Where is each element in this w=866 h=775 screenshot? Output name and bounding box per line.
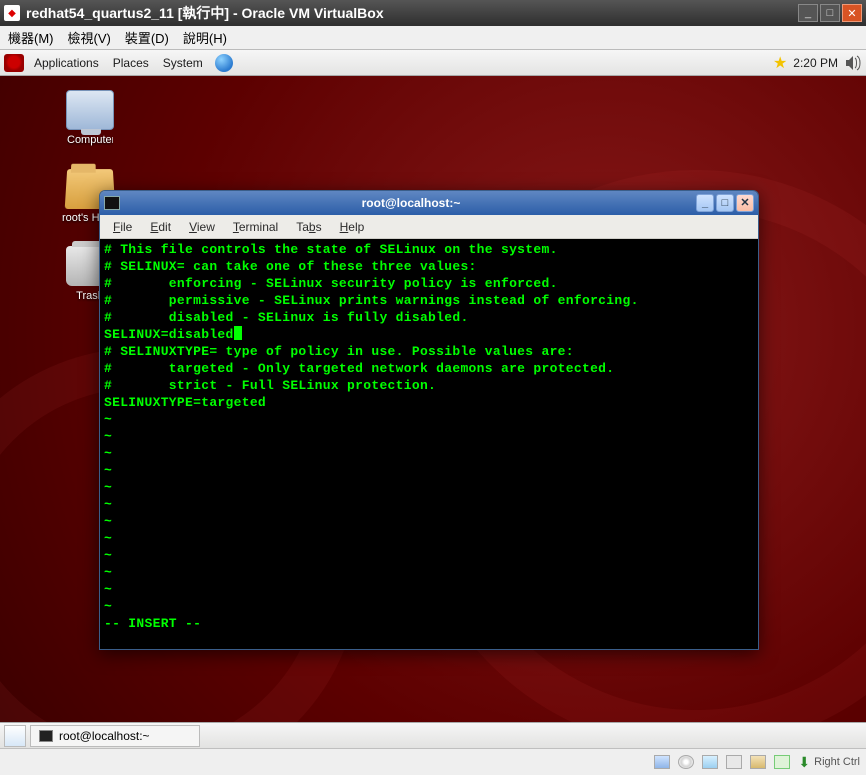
term-line: SELINUXTYPE=targeted bbox=[104, 394, 754, 411]
gnome-bottom-panel: root@localhost:~ bbox=[0, 722, 866, 748]
vim-tilde: ~ bbox=[104, 411, 754, 428]
desktop-icon-label: Computer bbox=[67, 134, 113, 146]
terminal-titlebar[interactable]: root@localhost:~ _ □ ✕ bbox=[100, 191, 758, 215]
term-line: # enforcing - SELinux security policy is… bbox=[104, 275, 754, 292]
gnome-menu-places[interactable]: Places bbox=[107, 56, 155, 70]
term-line: # permissive - SELinux prints warnings i… bbox=[104, 292, 754, 309]
terminal-icon bbox=[39, 730, 53, 742]
terminal-minimize-button[interactable]: _ bbox=[696, 194, 714, 212]
virtualbox-window-title: redhat54_quartus2_11 [執行中] - Oracle VM V… bbox=[26, 3, 798, 23]
vbox-maximize-button[interactable]: □ bbox=[820, 4, 840, 22]
gnome-top-panel: Applications Places System ★ 2:20 PM bbox=[0, 50, 866, 76]
vim-tilde: ~ bbox=[104, 462, 754, 479]
gnome-menu-system[interactable]: System bbox=[157, 56, 209, 70]
vbox-cd-icon[interactable] bbox=[678, 755, 694, 769]
vbox-menu-devices[interactable]: 裝置(D) bbox=[125, 28, 169, 47]
vim-tilde: ~ bbox=[104, 513, 754, 530]
terminal-menu-view[interactable]: View bbox=[182, 218, 222, 236]
vbox-mouse-integration-icon[interactable] bbox=[774, 755, 790, 769]
cursor-block bbox=[234, 326, 242, 340]
virtualbox-menubar: 機器(M) 檢視(V) 裝置(D) 說明(H) bbox=[0, 26, 866, 50]
taskbar-item-terminal[interactable]: root@localhost:~ bbox=[30, 725, 200, 747]
vbox-menu-view[interactable]: 檢視(V) bbox=[68, 28, 111, 47]
vim-tilde: ~ bbox=[104, 428, 754, 445]
vim-tilde: ~ bbox=[104, 530, 754, 547]
terminal-menu-help[interactable]: Help bbox=[333, 218, 372, 236]
vbox-close-button[interactable]: ✕ bbox=[842, 4, 862, 22]
vim-tilde: ~ bbox=[104, 496, 754, 513]
terminal-menu-file[interactable]: File bbox=[106, 218, 139, 236]
terminal-menubar: File Edit View Terminal Tabs Help bbox=[100, 215, 758, 239]
vbox-minimize-button[interactable]: _ bbox=[798, 4, 818, 22]
show-desktop-button[interactable] bbox=[4, 725, 26, 747]
vbox-usb-icon[interactable] bbox=[726, 755, 742, 769]
vbox-host-key-indicator: ⬇ Right Ctrl bbox=[798, 754, 860, 771]
vbox-network-icon[interactable] bbox=[702, 755, 718, 769]
terminal-close-button[interactable]: ✕ bbox=[736, 194, 754, 212]
gnome-menu-applications[interactable]: Applications bbox=[28, 56, 105, 70]
computer-icon bbox=[66, 90, 114, 130]
virtualbox-icon: ◆ bbox=[4, 5, 20, 21]
terminal-menu-terminal[interactable]: Terminal bbox=[226, 218, 285, 236]
terminal-content[interactable]: # This file controls the state of SELinu… bbox=[100, 239, 758, 649]
taskbar-item-label: root@localhost:~ bbox=[59, 729, 150, 743]
desktop-icon-computer[interactable]: Computer bbox=[50, 90, 130, 146]
term-line: # disabled - SELinux is fully disabled. bbox=[104, 309, 754, 326]
terminal-window: root@localhost:~ _ □ ✕ File Edit View Te… bbox=[99, 190, 759, 650]
panel-clock[interactable]: 2:20 PM bbox=[793, 56, 838, 70]
host-key-arrow-icon: ⬇ bbox=[798, 754, 810, 771]
terminal-menu-edit[interactable]: Edit bbox=[143, 218, 178, 236]
guest-desktop: Applications Places System ★ 2:20 PM Com… bbox=[0, 50, 866, 748]
term-line: # SELINUXTYPE= type of policy in use. Po… bbox=[104, 343, 754, 360]
terminal-menu-tabs[interactable]: Tabs bbox=[289, 218, 328, 236]
term-line: # This file controls the state of SELinu… bbox=[104, 241, 754, 258]
vim-tilde: ~ bbox=[104, 598, 754, 615]
redhat-logo-icon[interactable] bbox=[4, 54, 24, 72]
vbox-shared-folder-icon[interactable] bbox=[750, 755, 766, 769]
term-line: # SELINUX= can take one of these three v… bbox=[104, 258, 754, 275]
volume-icon[interactable] bbox=[844, 55, 862, 71]
vim-status-line: -- INSERT -- bbox=[104, 615, 754, 632]
term-line: # targeted - Only targeted network daemo… bbox=[104, 360, 754, 377]
browser-launcher-icon[interactable] bbox=[215, 54, 233, 72]
virtualbox-titlebar: ◆ redhat54_quartus2_11 [執行中] - Oracle VM… bbox=[0, 0, 866, 26]
terminal-icon bbox=[104, 196, 120, 210]
vim-tilde: ~ bbox=[104, 479, 754, 496]
term-line: SELINUX=disabled bbox=[104, 326, 754, 343]
vim-tilde: ~ bbox=[104, 564, 754, 581]
vim-tilde: ~ bbox=[104, 445, 754, 462]
vim-tilde: ~ bbox=[104, 581, 754, 598]
update-star-icon[interactable]: ★ bbox=[773, 53, 787, 73]
terminal-title: root@localhost:~ bbox=[126, 196, 696, 210]
vbox-menu-machine[interactable]: 機器(M) bbox=[8, 28, 54, 47]
vbox-menu-help[interactable]: 說明(H) bbox=[183, 28, 227, 47]
host-key-label: Right Ctrl bbox=[814, 756, 860, 768]
term-line: # strict - Full SELinux protection. bbox=[104, 377, 754, 394]
virtualbox-statusbar: ⬇ Right Ctrl bbox=[0, 748, 866, 775]
vim-tilde: ~ bbox=[104, 547, 754, 564]
terminal-maximize-button[interactable]: □ bbox=[716, 194, 734, 212]
vbox-hdd-icon[interactable] bbox=[654, 755, 670, 769]
